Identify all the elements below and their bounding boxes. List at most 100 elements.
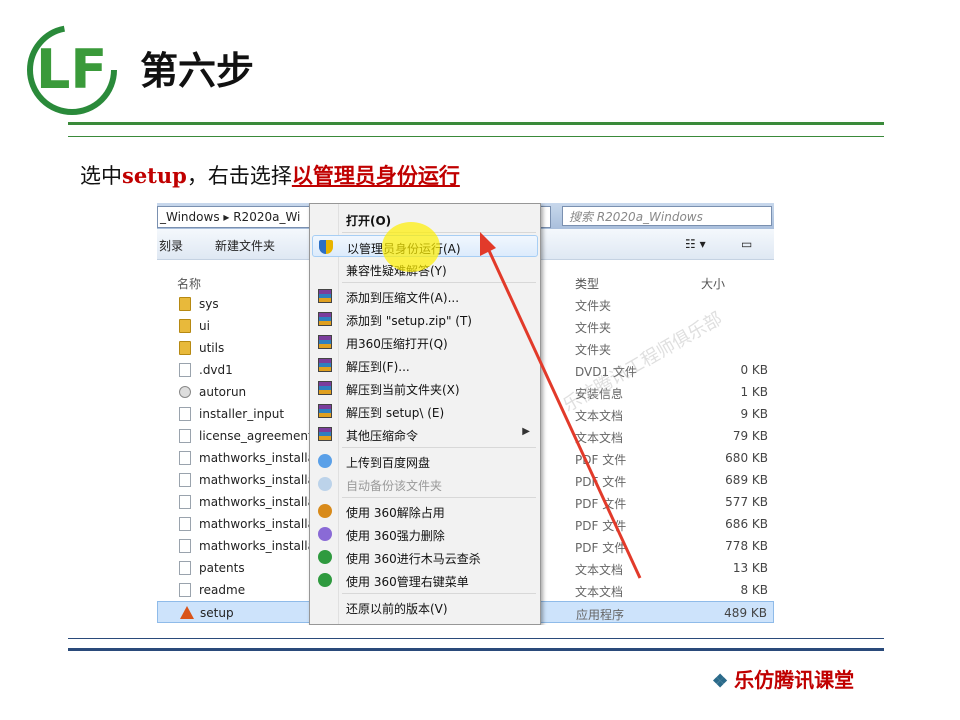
folder-icon [179,297,191,311]
file-name: autorun [199,385,247,399]
file-name: mathworks_installa [199,451,315,465]
file-size: 9 KB [740,407,768,421]
menu-item[interactable]: 添加到 "setup.zip" (T) [312,308,538,330]
instruction-keyword: setup [122,163,187,188]
file-size: 689 KB [725,473,768,487]
file-name: mathworks_installa [199,517,315,531]
file-type: 文件夹 [575,321,612,335]
instruction-middle: ，右击选择 [186,164,292,188]
menu-item[interactable]: 其他压缩命令 ▶ [312,423,538,445]
menu-item[interactable]: 使用 360强力删除 [312,523,538,545]
file-name: utils [199,341,225,355]
matlab-icon [180,606,194,619]
brand-text: 乐仿腾讯课堂 [734,668,855,692]
search-input[interactable]: 搜索 R2020a_Windows [562,206,772,226]
menu-item-label: 使用 360解除占用 [346,506,445,520]
menu-item-label: 解压到(F)... [346,360,410,374]
360-security-icon [318,573,332,587]
file-size: 680 KB [725,451,768,465]
file-name: mathworks_installa [199,473,315,487]
instruction-text: 选中setup，右击选择以管理员身份运行 [80,160,460,190]
menu-item-label: 添加到压缩文件(A)... [346,291,460,305]
folder-icon [179,319,191,333]
file-name: setup [200,606,234,620]
file-type: 文件夹 [575,343,612,357]
explorer-screenshot: _Windows ▸ R2020a_Wi 搜索 R2020a_Windows 刻… [157,203,774,625]
column-header-type[interactable]: 类型 [575,275,599,292]
archive-icon [318,358,332,372]
file-icon [179,363,191,377]
instruction-link[interactable]: 以管理员身份运行 [292,163,460,188]
divider [68,122,884,125]
menu-item: 自动备份该文件夹 [312,473,538,495]
archive-icon [318,289,332,303]
menu-item-label: 上传到百度网盘 [346,456,431,470]
column-header-size[interactable]: 大小 [701,275,725,292]
menu-item[interactable]: 解压到(F)... [312,354,538,376]
file-type: PDF 文件 [575,475,627,489]
file-icon [179,517,191,531]
menu-separator [342,593,536,594]
file-name: .dvd1 [199,363,233,377]
file-type: PDF 文件 [575,519,627,533]
file-icon [179,495,191,509]
menu-item-label: 用360压缩打开(Q) [346,337,448,351]
file-name: ui [199,319,210,333]
menu-item-label: 解压到 setup\ (E) [346,406,445,420]
file-name: installer_input [199,407,285,421]
menu-item-label: 自动备份该文件夹 [346,479,443,493]
diamond-icon: ❖ [712,671,729,692]
archive-icon [318,381,332,395]
file-icon [179,539,191,553]
column-header-name[interactable]: 名称 [177,275,201,292]
file-type: 文本文档 [575,585,624,599]
archive-icon [318,427,332,441]
divider [68,648,884,651]
menu-item[interactable]: 解压到 setup\ (E) [312,400,538,422]
file-size: 0 KB [740,363,768,377]
menu-item-label: 使用 360进行木马云查杀 [346,552,481,566]
menu-item-label: 解压到当前文件夹(X) [346,383,460,397]
file-type: 文本文档 [575,563,624,577]
menu-item[interactable]: 上传到百度网盘 [312,450,538,472]
lf-logo: LF [27,25,117,115]
divider [68,638,884,639]
menu-item[interactable]: 使用 360进行木马云查杀 [312,546,538,568]
new-folder-button[interactable]: 新建文件夹 [215,237,275,254]
file-icon [179,451,191,465]
menu-item[interactable]: 用360压缩打开(Q) [312,331,538,353]
file-size: 577 KB [725,495,768,509]
file-size: 1 KB [740,385,768,399]
menu-item[interactable]: 解压到当前文件夹(X) [312,377,538,399]
menu-separator [342,232,536,233]
file-type: PDF 文件 [575,541,627,555]
logo-letter-l: LF [36,38,107,101]
file-name: mathworks_installa [199,539,315,553]
menu-item-label: 添加到 "setup.zip" (T) [346,314,472,328]
unlock-360-icon [318,504,332,518]
menu-item-label: 打开(O) [346,214,392,228]
menu-separator [342,447,536,448]
shred-360-icon [318,527,332,541]
burn-button[interactable]: 刻录 [159,237,183,254]
file-size: 686 KB [725,517,768,531]
menu-item-label: 还原以前的版本(V) [346,602,448,616]
menu-item-label: 其他压缩命令 [346,429,419,443]
menu-item[interactable]: 使用 360管理右键菜单 [312,569,538,591]
submenu-arrow-icon: ▶ [522,426,530,437]
file-type: 文件夹 [575,299,612,313]
settings-file-icon [179,386,191,398]
file-name: sys [199,297,219,311]
view-options-icon[interactable]: ☷ ▾ [685,237,706,251]
file-name: readme [199,583,246,597]
file-icon [179,473,191,487]
file-type: 文本文档 [575,431,624,445]
preview-pane-icon[interactable]: ▭ [741,237,752,251]
menu-item[interactable]: 添加到压缩文件(A)... [312,285,538,307]
menu-item[interactable]: 还原以前的版本(V) [312,596,538,618]
360-security-icon [318,550,332,564]
file-name: mathworks_installa [199,495,315,509]
page-title: 第六步 [140,49,255,93]
menu-separator [342,497,536,498]
menu-item[interactable]: 使用 360解除占用 [312,500,538,522]
